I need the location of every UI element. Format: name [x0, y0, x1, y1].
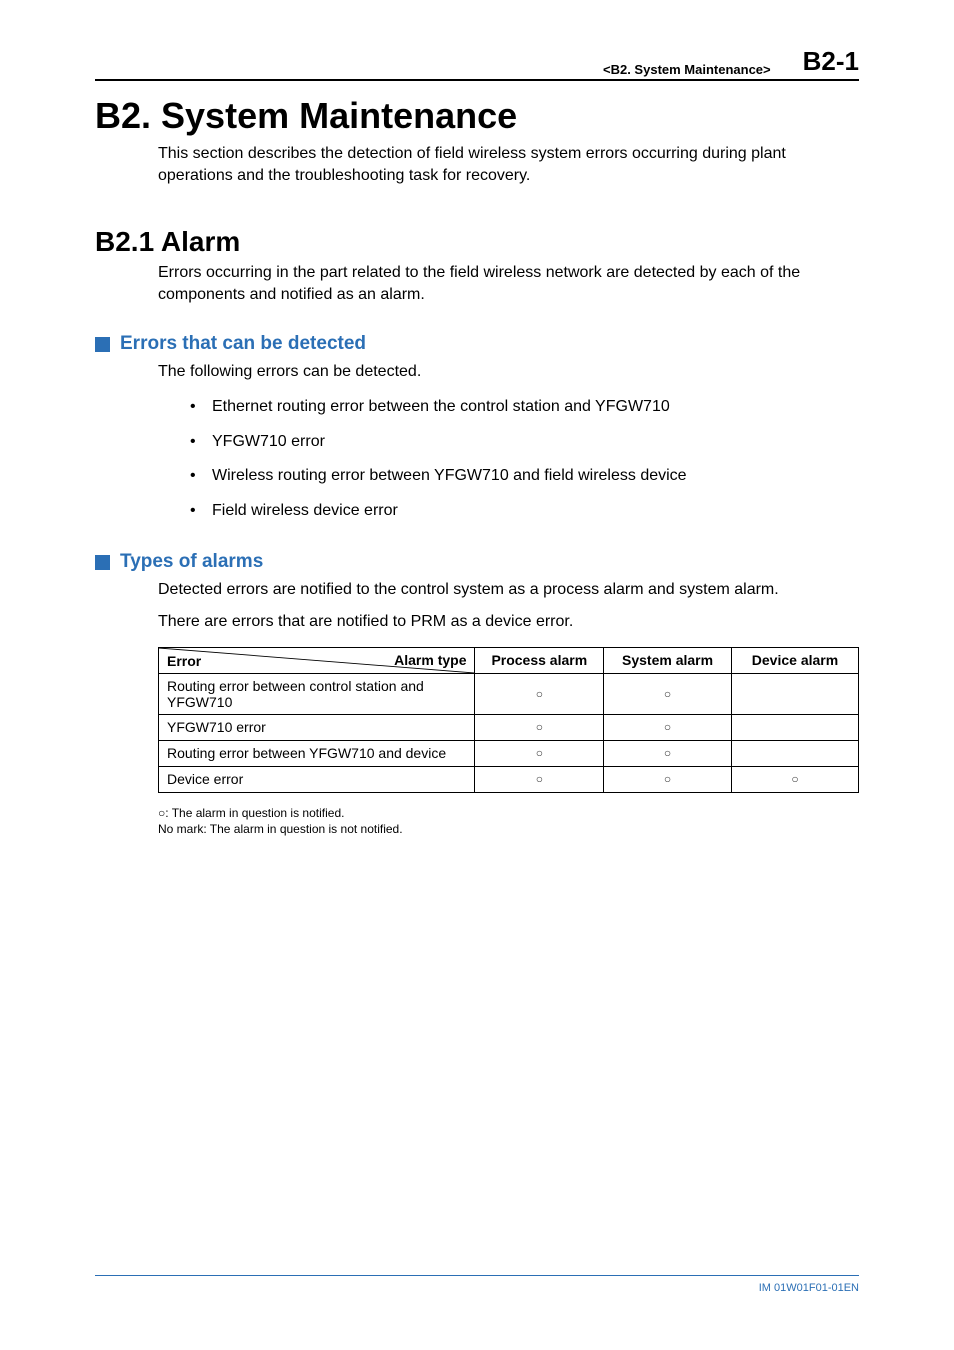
subsection-heading: Types of alarms	[120, 551, 263, 573]
note-line: ○: The alarm in question is notified.	[158, 805, 859, 821]
row-mark	[731, 740, 858, 766]
row-mark: ○	[604, 714, 732, 740]
alarm-types-para2: There are errors that are notified to PR…	[158, 611, 859, 633]
row-label: YFGW710 error	[159, 714, 475, 740]
square-bullet-icon	[95, 337, 110, 352]
row-mark: ○	[475, 673, 604, 714]
list-item: Wireless routing error between YFGW710 a…	[190, 465, 859, 487]
table-col-device: Device alarm	[731, 647, 858, 673]
table-notes: ○: The alarm in question is notified. No…	[158, 805, 859, 837]
section-intro: Errors occurring in the part related to …	[158, 262, 859, 305]
row-mark: ○	[604, 673, 732, 714]
table-row: YFGW710 error ○ ○	[159, 714, 859, 740]
row-mark	[731, 714, 858, 740]
row-mark: ○	[604, 766, 732, 792]
alarm-types-para1: Detected errors are notified to the cont…	[158, 579, 859, 601]
table-diag-left: Error	[167, 653, 201, 669]
list-item: Ethernet routing error between the contr…	[190, 396, 859, 418]
table-diag-right: Alarm type	[394, 652, 466, 668]
subsection-alarm-types: Types of alarms	[95, 551, 859, 573]
list-item: Field wireless device error	[190, 500, 859, 522]
subsection-heading: Errors that can be detected	[120, 333, 366, 355]
footer-doc-id: IM 01W01F01-01EN	[759, 1282, 859, 1294]
footer-rule	[95, 1275, 859, 1276]
page-header: <B2. System Maintenance> B2-1	[95, 46, 859, 81]
table-row: Routing error between control station an…	[159, 673, 859, 714]
errors-detected-intro: The following errors can be detected.	[158, 361, 859, 383]
row-mark: ○	[475, 766, 604, 792]
table-row: Device error ○ ○ ○	[159, 766, 859, 792]
subsection-errors-detected: Errors that can be detected	[95, 333, 859, 355]
section-heading: B2.1 Alarm	[95, 226, 859, 258]
row-label: Routing error between YFGW710 and device	[159, 740, 475, 766]
square-bullet-icon	[95, 555, 110, 570]
table-row: Routing error between YFGW710 and device…	[159, 740, 859, 766]
alarm-types-table: Error Alarm type Process alarm System al…	[158, 647, 859, 793]
row-mark	[731, 673, 858, 714]
chapter-title: B2. System Maintenance	[95, 95, 859, 137]
row-mark: ○	[475, 714, 604, 740]
note-line: No mark: The alarm in question is not no…	[158, 821, 859, 837]
chapter-intro: This section describes the detection of …	[158, 143, 859, 186]
errors-detected-list: Ethernet routing error between the contr…	[158, 396, 859, 521]
row-mark: ○	[731, 766, 858, 792]
list-item: YFGW710 error	[190, 431, 859, 453]
table-col-process: Process alarm	[475, 647, 604, 673]
header-page-number: B2-1	[803, 46, 859, 77]
table-col-system: System alarm	[604, 647, 732, 673]
row-mark: ○	[475, 740, 604, 766]
header-breadcrumb: <B2. System Maintenance>	[603, 62, 771, 77]
table-header-row: Error Alarm type Process alarm System al…	[159, 647, 859, 673]
row-mark: ○	[604, 740, 732, 766]
row-label: Device error	[159, 766, 475, 792]
row-label: Routing error between control station an…	[159, 673, 475, 714]
